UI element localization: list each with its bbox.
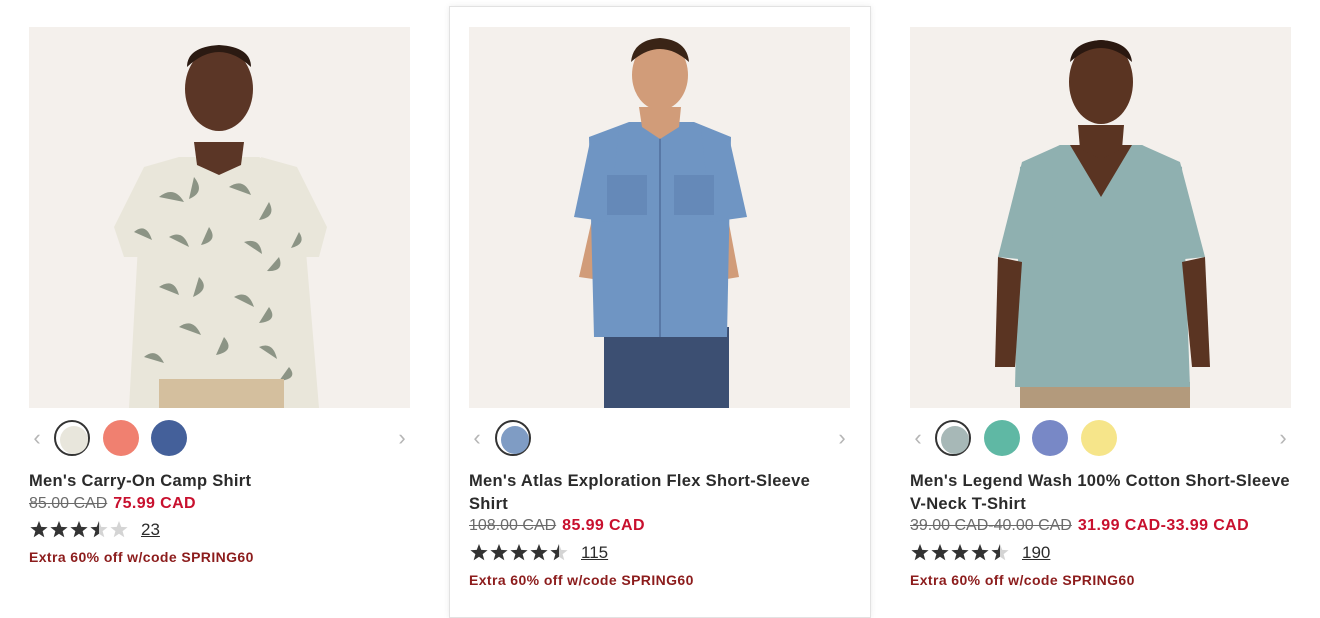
swatch-color: [151, 420, 187, 456]
original-price: 39.00 CAD-40.00 CAD: [910, 517, 1072, 534]
review-count-link[interactable]: 190: [1022, 543, 1050, 563]
sale-price: 85.99 CAD: [562, 517, 645, 534]
product-name[interactable]: Men's Atlas Exploration Flex Short-Sleev…: [469, 470, 850, 516]
product-price: 108.00 CAD 85.99 CAD: [469, 516, 645, 536]
swatch-color: [103, 420, 139, 456]
swatch-color: [1032, 420, 1068, 456]
swatch-color: [60, 426, 88, 454]
star-fill-icon: [911, 544, 929, 561]
promo-text: Extra 60% off w/code SPRING60: [910, 572, 1135, 588]
product-image[interactable]: [910, 27, 1291, 408]
color-swatches: ‹ ›: [29, 418, 410, 458]
original-price: 108.00 CAD: [469, 517, 557, 534]
color-swatches: ‹ ›: [910, 418, 1291, 458]
star-fill-icon: [30, 521, 48, 538]
star-icon: [110, 521, 128, 538]
swatch-color: [984, 420, 1020, 456]
product-name[interactable]: Men's Carry-On Camp Shirt: [29, 470, 410, 493]
chevron-left-icon[interactable]: ‹: [908, 426, 928, 450]
chevron-right-icon[interactable]: ›: [832, 426, 852, 450]
original-price: 85.00 CAD: [29, 495, 108, 512]
star-fill-icon: [530, 544, 548, 561]
color-swatch[interactable]: [935, 420, 971, 456]
swatch-color: [941, 426, 969, 454]
sale-price: 75.99 CAD: [113, 495, 197, 512]
promo-text: Extra 60% off w/code SPRING60: [29, 549, 254, 565]
color-swatch[interactable]: [1081, 420, 1117, 456]
color-swatches: ‹ ›: [469, 418, 850, 458]
star-fill-icon: [70, 521, 88, 538]
star-fill-icon: [50, 521, 68, 538]
chevron-right-icon[interactable]: ›: [1273, 426, 1293, 450]
product-name[interactable]: Men's Legend Wash 100% Cotton Short-Slee…: [910, 470, 1291, 516]
product-image[interactable]: [29, 27, 410, 408]
chevron-left-icon[interactable]: ‹: [27, 426, 47, 450]
star-fill-icon: [510, 544, 528, 561]
product-price: 85.00 CAD 75.99 CAD: [29, 494, 196, 514]
swatch-color: [501, 426, 529, 454]
chevron-right-icon[interactable]: ›: [392, 426, 412, 450]
color-swatch[interactable]: [151, 420, 187, 456]
star-fill-icon: [971, 544, 989, 561]
product-image[interactable]: [469, 27, 850, 408]
swatch-color: [1081, 420, 1117, 456]
color-swatch[interactable]: [103, 420, 139, 456]
promo-text: Extra 60% off w/code SPRING60: [469, 572, 694, 588]
color-swatch[interactable]: [1032, 420, 1068, 456]
star-rating: [911, 544, 1009, 561]
color-swatch[interactable]: [984, 420, 1020, 456]
review-count-link[interactable]: 23: [141, 520, 160, 540]
sale-price: 31.99 CAD-33.99 CAD: [1077, 517, 1250, 534]
chevron-left-icon[interactable]: ‹: [467, 426, 487, 450]
star-rating: [470, 544, 568, 561]
star-fill-icon: [470, 544, 488, 561]
product-price: 39.00 CAD-40.00 CAD 31.99 CAD-33.99 CAD: [910, 516, 1249, 536]
star-fill-icon: [951, 544, 969, 561]
review-count-link[interactable]: 115: [581, 543, 608, 563]
color-swatch[interactable]: [54, 420, 90, 456]
star-rating: [30, 521, 128, 538]
star-fill-icon: [931, 544, 949, 561]
color-swatch[interactable]: [495, 420, 531, 456]
star-fill-icon: [490, 544, 508, 561]
